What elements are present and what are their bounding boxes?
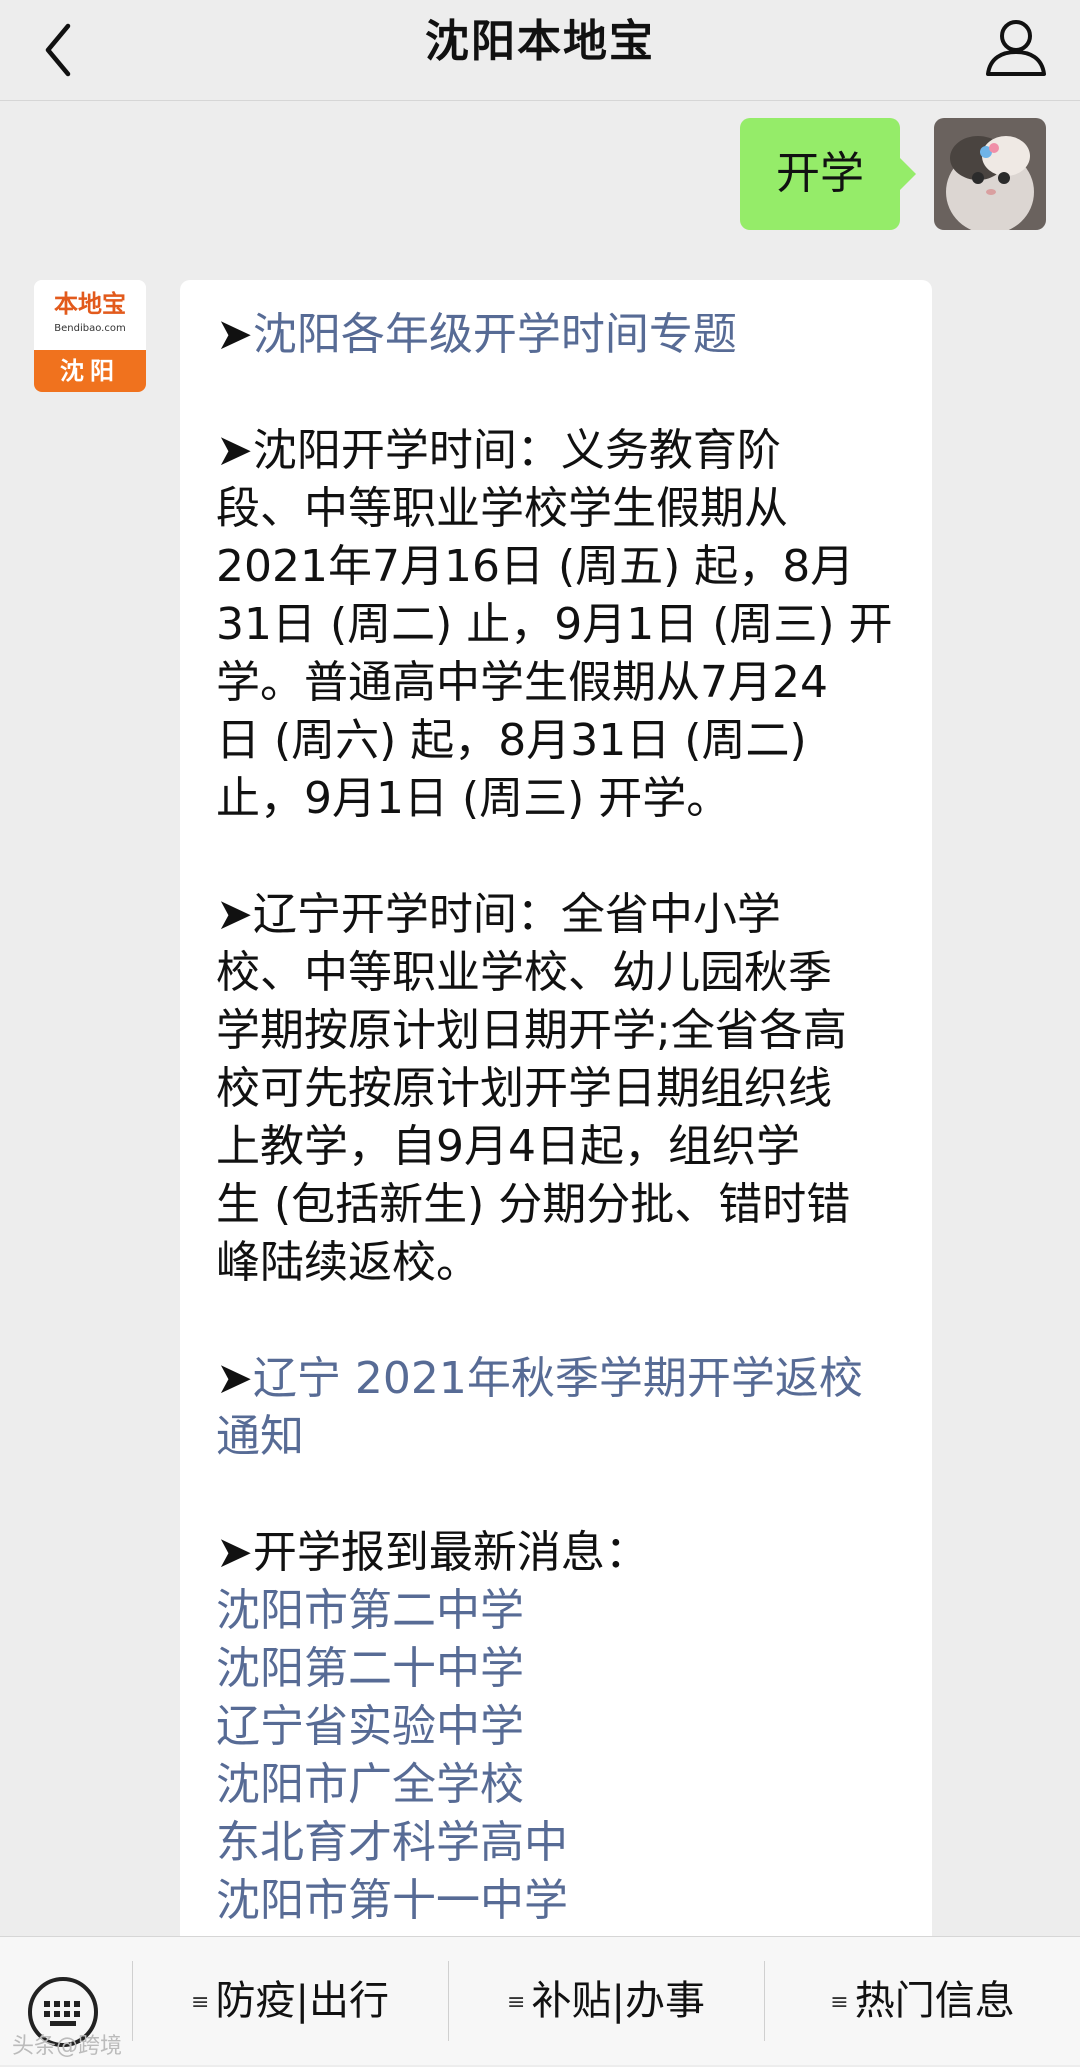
menu-lines-icon: ≡ bbox=[191, 1990, 210, 2015]
watermark: 头条@跨境 bbox=[12, 2034, 123, 2059]
profile-button[interactable] bbox=[978, 10, 1054, 86]
school-link[interactable]: 沈阳市第二中学 bbox=[216, 1585, 524, 1636]
cat-avatar-image bbox=[934, 118, 1046, 230]
bendibao-logo: 本地宝 Bendibao.com bbox=[34, 280, 146, 350]
menu-item-hot-info[interactable]: ≡ 热门信息 bbox=[765, 1937, 1080, 2065]
liaoning-paragraph: ➤辽宁开学时间：全省中小学 校、中等职业学校、幼儿园秋季 学期按原计划日期开学;… bbox=[216, 889, 851, 1288]
news-paragraph: ➤开学报到最新消息： 沈阳市第二中学 沈阳第二十中学 辽宁省实验中学 沈阳市广全… bbox=[216, 1524, 896, 1930]
page-title: 沈阳本地宝 bbox=[425, 16, 655, 67]
news-label: 开学报到最新消息： bbox=[252, 1527, 649, 1578]
user-message-bubble: 开学 bbox=[740, 118, 916, 230]
menu-lines-icon: ≡ bbox=[830, 1990, 849, 2015]
notice-link[interactable]: 辽宁 2021年秋季学期开学返校 通知 bbox=[216, 1353, 863, 1462]
bot-message-bubble: ➤沈阳各年级开学时间专题 ➤沈阳开学时间：义务教育阶 段、中等职业学校学生假期从… bbox=[180, 280, 932, 2000]
user-avatar[interactable] bbox=[934, 118, 1046, 230]
liaoning-label: 辽宁开学时间： bbox=[252, 889, 561, 940]
arrow-marker: ➤ bbox=[216, 309, 253, 360]
menu-item-epidemic-travel[interactable]: ≡ 防疫|出行 bbox=[133, 1937, 447, 2065]
arrow-marker: ➤ bbox=[216, 1527, 253, 1578]
bot-avatar[interactable]: 本地宝 Bendibao.com 沈阳 bbox=[34, 280, 146, 392]
school-link[interactable]: 辽宁省实验中学 bbox=[216, 1701, 524, 1752]
shenyang-label: 沈阳开学时间： bbox=[252, 425, 561, 476]
arrow-marker: ➤ bbox=[216, 425, 253, 476]
nav-header: 沈阳本地宝 bbox=[0, 0, 1080, 101]
topic-link[interactable]: 沈阳各年级开学时间专题 bbox=[253, 309, 737, 360]
bottom-menu-bar: ≡ 防疫|出行 ≡ 补贴|办事 ≡ 热门信息 bbox=[0, 1936, 1080, 2065]
arrow-marker: ➤ bbox=[216, 889, 253, 940]
school-link[interactable]: 东北育才科学高中 bbox=[216, 1817, 568, 1868]
topic-paragraph: ➤沈阳各年级开学时间专题 bbox=[216, 306, 896, 364]
notice-paragraph: ➤辽宁 2021年秋季学期开学返校 通知 bbox=[216, 1350, 896, 1466]
school-link[interactable]: 沈阳市广全学校 bbox=[216, 1759, 524, 1810]
menu-lines-icon: ≡ bbox=[507, 1990, 526, 2015]
school-link[interactable]: 沈阳市第十一中学 bbox=[216, 1875, 568, 1926]
arrow-marker: ➤ bbox=[216, 1353, 253, 1404]
person-icon bbox=[986, 20, 1046, 76]
menu-item-subsidy-services[interactable]: ≡ 补贴|办事 bbox=[449, 1937, 763, 2065]
shenyang-paragraph: ➤沈阳开学时间：义务教育阶 段、中等职业学校学生假期从 2021年7月16日 (… bbox=[216, 425, 893, 824]
city-label: 沈阳 bbox=[34, 350, 146, 392]
school-link[interactable]: 沈阳第二十中学 bbox=[216, 1643, 524, 1694]
